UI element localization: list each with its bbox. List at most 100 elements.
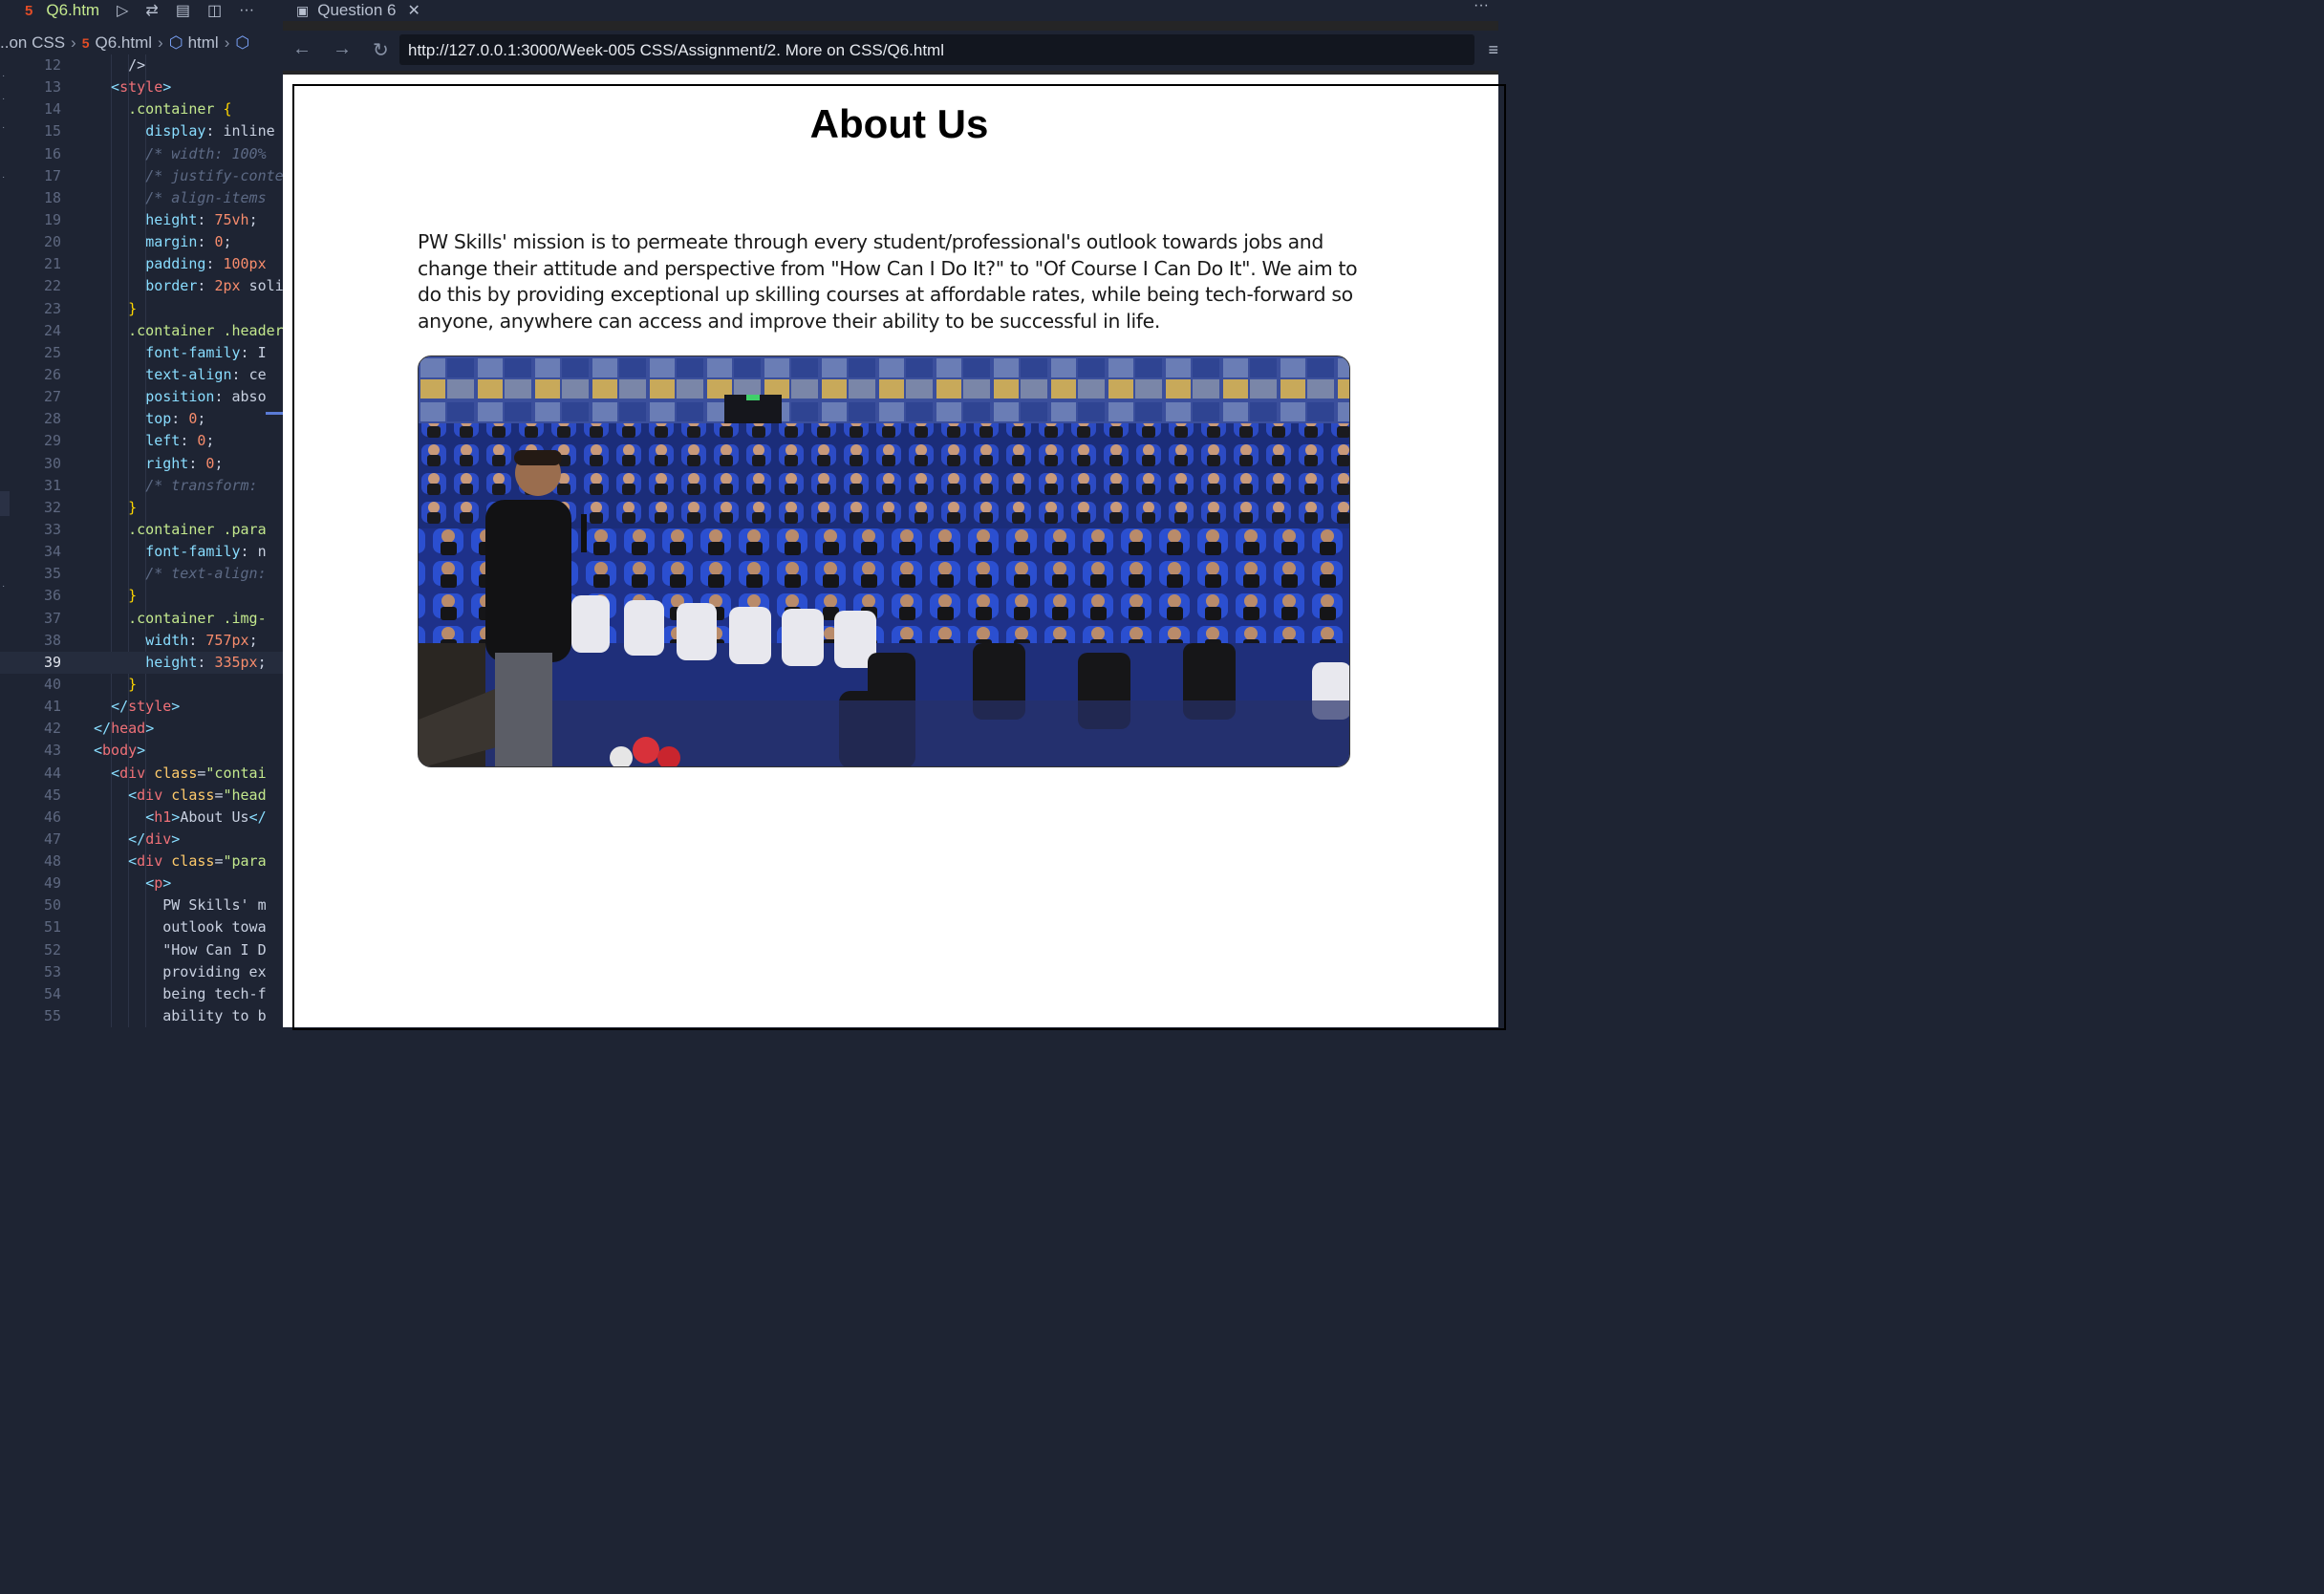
code-line[interactable]: 22 border: 2px solid	[0, 275, 283, 297]
compare-changes-icon[interactable]: ⇄	[145, 1, 158, 20]
code-text[interactable]: /* width: 100%	[94, 143, 266, 165]
code-line[interactable]: 42 </head>	[0, 718, 283, 740]
code-text[interactable]: <p>	[94, 872, 171, 894]
code-text[interactable]: /* justify-content	[94, 165, 283, 187]
code-line[interactable]: 54 being tech-f	[0, 983, 283, 1005]
code-lines[interactable]: 12 /> 13 <style> 14 .container {15 display…	[0, 54, 283, 1027]
code-editor[interactable]: 5 Q6.htm ▷ ⇄ ▤ ◫ ··· ..on CSS › 5 Q6.htm…	[0, 0, 283, 1027]
code-line[interactable]: 16 /* width: 100%	[0, 143, 283, 165]
code-line[interactable]: 46 <h1>About Us</	[0, 807, 283, 829]
code-text[interactable]: padding: 100px	[94, 253, 266, 275]
code-text[interactable]: left: 0;	[94, 430, 214, 452]
back-arrow-icon[interactable]: ←	[292, 38, 312, 60]
code-line[interactable]: 39 height: 335px;	[0, 651, 283, 674]
code-text[interactable]: PW Skills' m	[94, 894, 266, 916]
open-preview-icon[interactable]: ▤	[176, 1, 190, 20]
code-text[interactable]: />	[94, 54, 145, 76]
code-line[interactable]: 51 outlook towa	[0, 916, 283, 938]
more-actions-icon[interactable]: ···	[1474, 0, 1489, 14]
code-line[interactable]: 26 text-align: ce	[0, 364, 283, 386]
breadcrumb-file[interactable]: Q6.html	[96, 33, 153, 53]
run-icon[interactable]: ▷	[117, 1, 128, 20]
code-line[interactable]: 36 }	[0, 585, 283, 607]
code-line[interactable]: 23 }	[0, 298, 283, 320]
code-line[interactable]: 41 </style>	[0, 696, 283, 718]
code-line[interactable]: 43 <body>	[0, 740, 283, 762]
code-text[interactable]: <body>	[94, 740, 145, 762]
code-text[interactable]: }	[94, 585, 137, 607]
code-text[interactable]: font-family: I	[94, 342, 266, 364]
code-text[interactable]: height: 335px;	[94, 652, 266, 674]
code-line[interactable]: 33 .container .para	[0, 519, 283, 541]
code-line[interactable]: 14 .container {	[0, 98, 283, 120]
code-line[interactable]: 52 "How Can I D	[0, 939, 283, 961]
menu-icon[interactable]: ≡	[1488, 40, 1498, 60]
code-text[interactable]: <div class="para	[94, 851, 267, 872]
code-text[interactable]: being tech-f	[94, 983, 266, 1005]
close-icon[interactable]: ✕	[407, 1, 420, 20]
code-line[interactable]: 17 /* justify-content	[0, 165, 283, 187]
code-text[interactable]: }	[94, 298, 137, 320]
code-line[interactable]: 19 height: 75vh;	[0, 209, 283, 231]
code-line[interactable]: 48 <div class="para	[0, 851, 283, 872]
code-text[interactable]: position: abso	[94, 386, 266, 408]
code-line[interactable]: 38 width: 757px;	[0, 630, 283, 652]
code-text[interactable]: </div>	[94, 829, 180, 851]
breadcrumb-folder[interactable]: ..on CSS	[0, 33, 65, 53]
code-text[interactable]: top: 0;	[94, 408, 205, 430]
code-text[interactable]: }	[94, 674, 137, 696]
code-text[interactable]: <div class="head	[94, 785, 267, 807]
code-line[interactable]: 15 display: inline	[0, 120, 283, 142]
code-text[interactable]: /* text-align:	[94, 563, 266, 585]
code-text[interactable]: display: inline	[94, 120, 274, 142]
code-line[interactable]: 27 position: abso	[0, 386, 283, 408]
code-line[interactable]: 53 providing ex	[0, 961, 283, 983]
code-text[interactable]: width: 757px;	[94, 630, 257, 652]
code-line[interactable]: 29 left: 0;	[0, 430, 283, 452]
code-text[interactable]: <h1>About Us</	[94, 807, 266, 829]
code-line[interactable]: 49 <p>	[0, 872, 283, 894]
code-line[interactable]: 18 /* align-items	[0, 187, 283, 209]
code-line[interactable]: 25 font-family: I	[0, 342, 283, 364]
reload-icon[interactable]: ↻	[373, 38, 389, 62]
code-text[interactable]: providing ex	[94, 961, 266, 983]
code-text[interactable]: right: 0;	[94, 453, 223, 475]
code-line[interactable]: 13 <style>	[0, 76, 283, 98]
code-text[interactable]: }	[94, 497, 137, 519]
code-line[interactable]: 34 font-family: n	[0, 541, 283, 563]
code-text[interactable]: height: 75vh;	[94, 209, 257, 231]
code-text[interactable]: </style>	[94, 696, 180, 718]
code-line[interactable]: 44 <div class="contai	[0, 763, 283, 785]
code-text[interactable]: <div class="contai	[94, 763, 267, 785]
code-text[interactable]: .container {	[94, 98, 231, 120]
code-line[interactable]: 50 PW Skills' m	[0, 894, 283, 916]
editor-file-tab[interactable]: Q6.htm	[46, 1, 99, 20]
code-line[interactable]: 30 right: 0;	[0, 453, 283, 475]
code-text[interactable]: </head>	[94, 718, 154, 740]
code-line[interactable]: 12 />	[0, 54, 283, 76]
url-text[interactable]: http://127.0.0.1:3000/Week-005 CSS/Assig…	[408, 41, 944, 60]
split-editor-icon[interactable]: ◫	[207, 1, 222, 20]
browser-tab[interactable]: ▣ Question 6 ✕	[283, 0, 420, 21]
code-line[interactable]: 35 /* text-align:	[0, 563, 283, 585]
code-line[interactable]: 31 /* transform:	[0, 475, 283, 497]
code-line[interactable]: 45 <div class="head	[0, 785, 283, 807]
code-text[interactable]: text-align: ce	[94, 364, 266, 386]
code-text[interactable]: outlook towa	[94, 916, 266, 938]
code-line[interactable]: 55 ability to b	[0, 1005, 283, 1027]
code-text[interactable]: .container .img-	[94, 608, 267, 630]
code-line[interactable]: 28 top: 0;	[0, 408, 283, 430]
code-line[interactable]: 20 margin: 0;	[0, 231, 283, 253]
code-text[interactable]: border: 2px solid	[94, 275, 283, 297]
code-text[interactable]: .container .para	[94, 519, 267, 541]
code-line[interactable]: 24 .container .header	[0, 320, 283, 342]
code-text[interactable]: "How Can I D	[94, 939, 266, 961]
code-text[interactable]: /* align-items	[94, 187, 266, 209]
code-line[interactable]: 32 }	[0, 497, 283, 519]
code-text[interactable]: ability to b	[94, 1005, 266, 1027]
breadcrumb-symbol[interactable]: html	[188, 33, 219, 53]
code-line[interactable]: 47 </div>	[0, 829, 283, 851]
code-text[interactable]: .container .header	[94, 320, 283, 342]
url-bar[interactable]: http://127.0.0.1:3000/Week-005 CSS/Assig…	[399, 34, 1474, 65]
code-line[interactable]: 40 }	[0, 674, 283, 696]
